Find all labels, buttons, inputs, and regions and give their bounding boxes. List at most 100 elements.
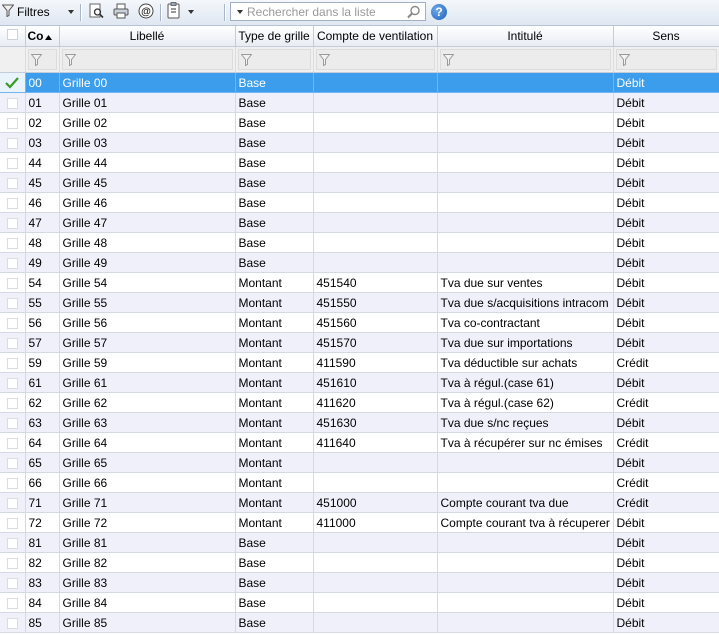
row-checkbox[interactable] xyxy=(0,332,26,353)
table-row[interactable]: 62 Grille 62 Montant 411620 Tva à régul.(cas… xyxy=(0,392,719,413)
filter-cell-compte[interactable] xyxy=(313,46,438,73)
checkbox[interactable] xyxy=(6,237,18,249)
table-row[interactable]: 59 Grille 59 Montant 411590 Tva déductible s… xyxy=(0,352,719,373)
column-header-compte[interactable]: Compte de ventilation xyxy=(313,26,438,47)
checkbox[interactable] xyxy=(6,97,18,109)
row-checkbox[interactable] xyxy=(0,132,26,153)
email-button[interactable]: @ xyxy=(136,2,156,22)
filter-cell-sens[interactable] xyxy=(613,46,719,73)
table-row[interactable]: 49 Grille 49 Base Débit xyxy=(0,252,719,273)
table-row[interactable]: 82 Grille 82 Base Débit xyxy=(0,552,719,573)
checkbox[interactable] xyxy=(6,157,18,169)
checkbox[interactable] xyxy=(6,577,18,589)
checkbox[interactable] xyxy=(6,497,18,509)
checkbox[interactable] xyxy=(6,317,18,329)
search-input[interactable] xyxy=(247,4,397,19)
table-row[interactable]: 71 Grille 71 Montant 451000 Compte courant t… xyxy=(0,492,719,513)
filter-field[interactable] xyxy=(315,49,435,70)
row-checkbox[interactable] xyxy=(0,172,26,193)
preview-button[interactable] xyxy=(86,2,106,22)
checkbox[interactable] xyxy=(6,137,18,149)
chevron-down-icon[interactable] xyxy=(237,9,243,14)
print-button[interactable] xyxy=(111,2,131,22)
checkbox[interactable] xyxy=(6,597,18,609)
row-checkbox[interactable] xyxy=(0,152,26,173)
table-row[interactable]: 45 Grille 45 Base Débit xyxy=(0,172,719,193)
row-checkbox[interactable] xyxy=(0,272,26,293)
row-checkbox[interactable] xyxy=(0,472,26,493)
table-row[interactable]: 00 Grille 00 Base Débit xyxy=(0,72,719,93)
checkbox[interactable] xyxy=(6,517,18,529)
checkbox[interactable] xyxy=(6,477,18,489)
filter-field[interactable] xyxy=(439,49,611,70)
checkbox[interactable] xyxy=(6,29,18,40)
row-checkbox[interactable] xyxy=(0,372,26,393)
filter-cell-intitule[interactable] xyxy=(437,46,614,73)
row-checkbox[interactable] xyxy=(0,292,26,313)
column-header-sens[interactable]: Sens xyxy=(613,26,719,47)
table-row[interactable]: 02 Grille 02 Base Débit xyxy=(0,112,719,133)
search-icon[interactable] xyxy=(407,5,421,19)
checkbox[interactable] xyxy=(6,357,18,369)
row-checkbox[interactable] xyxy=(0,212,26,233)
table-row[interactable]: 44 Grille 44 Base Débit xyxy=(0,152,719,173)
table-row[interactable]: 81 Grille 81 Base Débit xyxy=(0,532,719,553)
row-checkbox[interactable] xyxy=(0,452,26,473)
table-row[interactable]: 46 Grille 46 Base Débit xyxy=(0,192,719,213)
row-checkbox[interactable] xyxy=(0,592,26,613)
table-row[interactable]: 84 Grille 84 Base Débit xyxy=(0,592,719,613)
filter-field[interactable] xyxy=(237,49,311,70)
checkbox[interactable] xyxy=(6,217,18,229)
filter-field[interactable] xyxy=(61,49,233,70)
checkbox[interactable] xyxy=(6,617,18,629)
table-row[interactable]: 03 Grille 03 Base Débit xyxy=(0,132,719,153)
row-checkbox[interactable] xyxy=(0,552,26,573)
row-checkbox[interactable] xyxy=(0,192,26,213)
table-row[interactable]: 72 Grille 72 Montant 411000 Compte courant t… xyxy=(0,512,719,533)
table-row[interactable]: 01 Grille 01 Base Débit xyxy=(0,92,719,113)
column-header-code[interactable]: Co xyxy=(25,26,60,47)
row-checkbox[interactable] xyxy=(0,412,26,433)
row-checkbox[interactable] xyxy=(0,112,26,133)
table-row[interactable]: 54 Grille 54 Montant 451540 Tva due sur vent… xyxy=(0,272,719,293)
column-header-intitule[interactable]: Intitulé xyxy=(437,26,614,47)
checkbox[interactable] xyxy=(6,457,18,469)
row-checkbox[interactable] xyxy=(0,612,26,633)
row-checkbox[interactable] xyxy=(0,312,26,333)
checkbox[interactable] xyxy=(6,177,18,189)
row-checkbox[interactable] xyxy=(0,432,26,453)
checkbox[interactable] xyxy=(6,197,18,209)
checkbox[interactable] xyxy=(6,397,18,409)
checkbox[interactable] xyxy=(6,117,18,129)
checkbox[interactable] xyxy=(6,557,18,569)
row-checkbox[interactable] xyxy=(0,72,26,93)
row-checkbox[interactable] xyxy=(0,392,26,413)
table-row[interactable]: 63 Grille 63 Montant 451630 Tva due s/nc reç… xyxy=(0,412,719,433)
row-checkbox[interactable] xyxy=(0,92,26,113)
checkbox[interactable] xyxy=(6,277,18,289)
filter-field[interactable] xyxy=(615,49,717,70)
table-row[interactable]: 47 Grille 47 Base Débit xyxy=(0,212,719,233)
checkbox[interactable] xyxy=(6,337,18,349)
clipboard-button[interactable] xyxy=(166,2,200,22)
checkbox[interactable] xyxy=(6,257,18,269)
row-checkbox[interactable] xyxy=(0,532,26,553)
row-checkbox[interactable] xyxy=(0,492,26,513)
row-checkbox[interactable] xyxy=(0,512,26,533)
checkbox[interactable] xyxy=(6,437,18,449)
checkbox[interactable] xyxy=(6,417,18,429)
filter-cell-type[interactable] xyxy=(235,46,314,73)
filter-field[interactable] xyxy=(27,49,57,70)
table-row[interactable]: 56 Grille 56 Montant 451560 Tva co-contracta… xyxy=(0,312,719,333)
checkbox[interactable] xyxy=(6,377,18,389)
checkbox[interactable] xyxy=(6,297,18,309)
search-box[interactable] xyxy=(230,2,426,21)
filter-cell-code[interactable] xyxy=(25,46,60,73)
row-checkbox[interactable] xyxy=(0,232,26,253)
row-checkbox[interactable] xyxy=(0,572,26,593)
column-header-type[interactable]: Type de grille xyxy=(235,26,314,47)
checkbox[interactable] xyxy=(6,537,18,549)
filters-dropdown-button[interactable] xyxy=(64,2,78,22)
row-checkbox[interactable] xyxy=(0,352,26,373)
help-icon[interactable]: ? xyxy=(431,4,447,20)
